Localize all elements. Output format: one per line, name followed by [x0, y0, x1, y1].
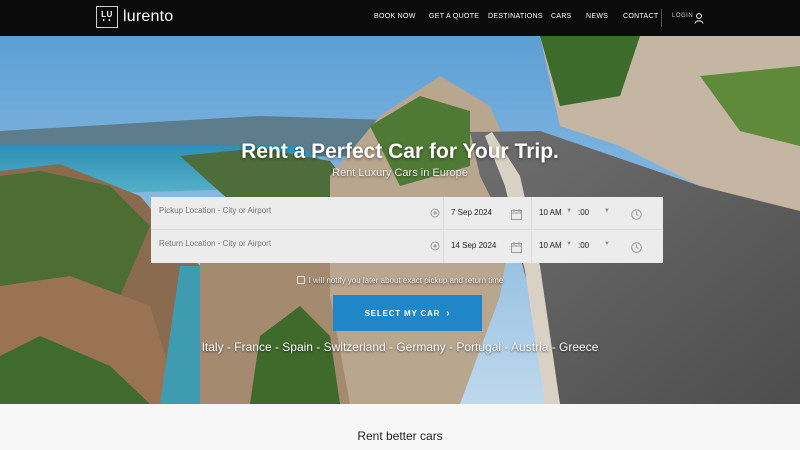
features-section: Rent better cars — [0, 404, 800, 450]
notify-later-option[interactable]: I will notify you later about exact pick… — [0, 276, 800, 285]
pickup-row: 7 Sep 2024 10 AM ▼ :00 ▼ — [151, 197, 663, 230]
chevron-right-icon: › — [446, 307, 451, 319]
select-my-car-button[interactable]: SELECT MY CAR › — [333, 295, 482, 331]
nav-cars[interactable]: CARS — [551, 13, 572, 20]
location-pin-icon — [430, 207, 440, 225]
cell-divider — [531, 197, 532, 230]
pickup-minute-select[interactable]: :00 — [578, 208, 589, 217]
booking-form: 7 Sep 2024 10 AM ▼ :00 ▼ 14 Sep 2024 — [151, 197, 663, 263]
return-date[interactable]: 14 Sep 2024 — [451, 241, 496, 250]
location-pin-icon — [430, 240, 440, 258]
select-my-car-label: SELECT MY CAR — [364, 308, 441, 318]
hero-section: Rent a Perfect Car for Your Trip. Rent L… — [0, 36, 800, 404]
cell-divider — [531, 230, 532, 263]
nav-destinations[interactable]: DESTINATIONS — [488, 13, 543, 20]
clock-icon — [631, 240, 642, 258]
return-location-input[interactable] — [159, 239, 419, 248]
cell-divider — [443, 197, 444, 230]
notify-checkbox[interactable] — [296, 276, 305, 284]
countries-list: Italy - France - Spain - Switzerland - G… — [201, 340, 599, 354]
pickup-location-input[interactable] — [159, 206, 419, 215]
login-link[interactable]: LOGIN — [672, 13, 693, 19]
hero-subtitle: Rent Luxury Cars in Europe — [332, 167, 468, 179]
pickup-date[interactable]: 7 Sep 2024 — [451, 208, 492, 217]
return-hour-select[interactable]: 10 AM — [539, 241, 562, 250]
calendar-icon[interactable] — [511, 207, 522, 225]
section-title: Rent better cars — [357, 429, 443, 443]
chevron-down-icon[interactable]: ▼ — [566, 241, 572, 247]
chevron-down-icon[interactable]: ▼ — [566, 208, 572, 214]
hero-title: Rent a Perfect Car for Your Trip. — [241, 140, 559, 163]
user-icon[interactable] — [694, 11, 704, 29]
nav-news[interactable]: NEWS — [586, 13, 608, 20]
clock-icon — [631, 207, 642, 225]
chevron-down-icon[interactable]: ▼ — [604, 241, 610, 247]
nav-get-a-quote[interactable]: GET A QUOTE — [429, 13, 479, 20]
pickup-hour-select[interactable]: 10 AM — [539, 208, 562, 217]
top-navbar: LU • • lurento BOOK NOW GET A QUOTE DEST… — [0, 0, 800, 36]
notify-label: I will notify you later about exact pick… — [308, 276, 504, 285]
cell-divider — [443, 230, 444, 263]
nav-contact[interactable]: CONTACT — [623, 13, 658, 20]
chevron-down-icon[interactable]: ▼ — [604, 208, 610, 214]
calendar-icon[interactable] — [511, 240, 522, 258]
return-row: 14 Sep 2024 10 AM ▼ :00 ▼ — [151, 230, 663, 263]
return-minute-select[interactable]: :00 — [578, 241, 589, 250]
nav-book-now[interactable]: BOOK NOW — [374, 13, 416, 20]
nav-divider — [661, 9, 662, 27]
